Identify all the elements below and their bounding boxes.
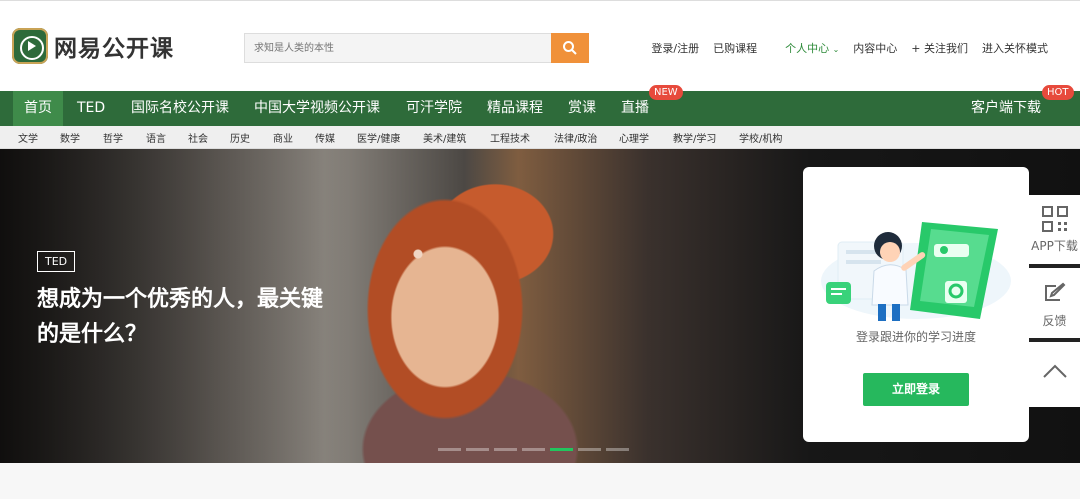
care-mode-link[interactable]: 进入关怀模式 bbox=[982, 40, 1048, 56]
nav-ted[interactable]: TED bbox=[77, 91, 105, 126]
back-to-top-button[interactable] bbox=[1029, 361, 1080, 381]
brand-name: 网易公开课 bbox=[54, 36, 174, 62]
category-item[interactable]: 法律/政治 bbox=[554, 130, 597, 145]
login-register-link[interactable]: 登录/注册 bbox=[651, 40, 699, 56]
search-button[interactable] bbox=[551, 33, 589, 63]
category-item[interactable]: 医学/健康 bbox=[357, 130, 400, 145]
nav-live-label: 直播 bbox=[621, 100, 649, 116]
play-logo-icon bbox=[12, 28, 48, 64]
content-center-link[interactable]: 内容中心 bbox=[853, 40, 897, 56]
carousel-dot[interactable] bbox=[494, 448, 517, 451]
carousel-dot-active[interactable] bbox=[550, 448, 573, 451]
category-item[interactable]: 美术/建筑 bbox=[423, 130, 466, 145]
hero-title[interactable]: 想成为一个优秀的人，最关键的是什么？ bbox=[37, 282, 344, 352]
carousel-indicators bbox=[438, 448, 634, 451]
login-button[interactable]: 立即登录 bbox=[863, 373, 969, 406]
login-card: 登录跟进你的学习进度 立即登录 bbox=[803, 167, 1029, 442]
purchased-courses-link[interactable]: 已购课程 bbox=[713, 40, 757, 56]
edit-feedback-icon bbox=[1044, 282, 1065, 301]
app-download-label: APP下载 bbox=[1031, 239, 1078, 253]
nav-client-download[interactable]: 客户端下载 HOT bbox=[971, 85, 1074, 126]
nav-client-label: 客户端下载 bbox=[971, 100, 1041, 116]
side-divider bbox=[1029, 338, 1080, 342]
carousel-dot[interactable] bbox=[438, 448, 461, 451]
login-prompt: 登录跟进你的学习进度 bbox=[855, 330, 976, 344]
nav-china-university[interactable]: 中国大学视频公开课 bbox=[254, 91, 380, 126]
personal-center-label: 个人中心 bbox=[785, 42, 830, 55]
category-item[interactable]: 传媒 bbox=[315, 130, 335, 145]
hot-badge: HOT bbox=[1042, 85, 1074, 100]
main-nav: 首页 TED 国际名校公开课 中国大学视频公开课 可汗学院 精品课程 赏课 直播… bbox=[0, 85, 1080, 126]
nav-khan[interactable]: 可汗学院 bbox=[406, 91, 462, 126]
nav-international[interactable]: 国际名校公开课 bbox=[131, 91, 229, 126]
nav-premium[interactable]: 精品课程 bbox=[487, 91, 543, 126]
side-toolbar: APP下载 反馈 bbox=[1029, 195, 1080, 407]
app-download-button[interactable]: APP下载 bbox=[1029, 205, 1080, 254]
carousel-dot[interactable] bbox=[606, 448, 629, 451]
top-header: 网易公开课 登录/注册 已购课程 个人中心 ⌄ 内容中心 + 关注我们 进入关怀… bbox=[0, 0, 1080, 91]
feedback-label: 反馈 bbox=[1042, 314, 1067, 328]
site-logo[interactable]: 网易公开课 bbox=[12, 28, 174, 64]
new-badge: NEW bbox=[649, 85, 683, 100]
nav-appreciate[interactable]: 赏课 bbox=[568, 91, 596, 126]
category-item[interactable]: 心理学 bbox=[619, 130, 649, 145]
category-item[interactable]: 历史 bbox=[230, 130, 250, 145]
chevron-down-icon: ⌄ bbox=[832, 45, 840, 54]
category-item[interactable]: 哲学 bbox=[103, 130, 123, 145]
chevron-up-icon bbox=[1042, 364, 1067, 378]
qr-code-icon bbox=[1041, 206, 1068, 232]
search-bar bbox=[244, 33, 589, 63]
follow-us-link[interactable]: + 关注我们 bbox=[911, 40, 968, 56]
category-item[interactable]: 商业 bbox=[273, 130, 293, 145]
carousel-dot[interactable] bbox=[522, 448, 545, 451]
category-item[interactable]: 语言 bbox=[146, 130, 166, 145]
category-item[interactable]: 数学 bbox=[60, 130, 80, 145]
category-item[interactable]: 学校/机构 bbox=[739, 130, 782, 145]
category-item[interactable]: 教学/学习 bbox=[673, 130, 716, 145]
hero-tag: TED bbox=[37, 251, 76, 272]
category-item[interactable]: 社会 bbox=[188, 130, 208, 145]
search-input[interactable] bbox=[244, 33, 551, 63]
header-links: 登录/注册 已购课程 个人中心 ⌄ 内容中心 + 关注我们 进入关怀模式 bbox=[637, 40, 1048, 56]
category-bar: 文学 数学 哲学 语言 社会 历史 商业 传媒 医学/健康 美术/建筑 工程技术… bbox=[0, 126, 1080, 149]
category-item[interactable]: 文学 bbox=[18, 130, 38, 145]
nav-live[interactable]: 直播 NEW bbox=[621, 85, 683, 126]
nav-home[interactable]: 首页 bbox=[13, 91, 63, 126]
category-item[interactable]: 工程技术 bbox=[490, 130, 530, 145]
learning-illustration bbox=[821, 222, 1011, 321]
side-divider bbox=[1029, 264, 1080, 268]
search-icon bbox=[563, 41, 577, 55]
personal-center-link[interactable]: 个人中心 ⌄ bbox=[771, 40, 839, 56]
carousel-dot[interactable] bbox=[466, 448, 489, 451]
feedback-button[interactable]: 反馈 bbox=[1029, 280, 1080, 329]
carousel-dot[interactable] bbox=[578, 448, 601, 451]
